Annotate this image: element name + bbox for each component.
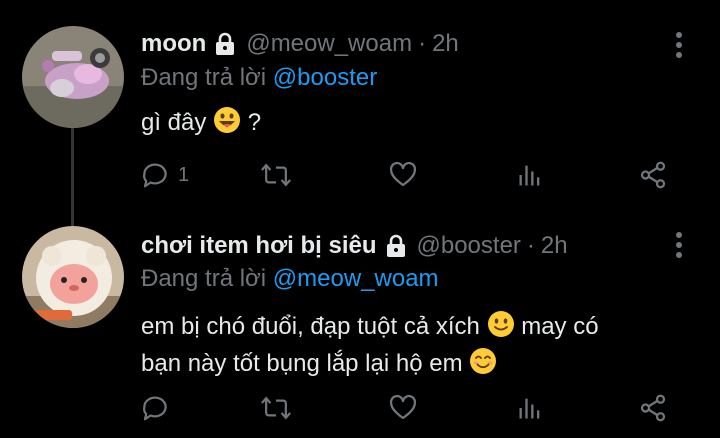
tweet-text: gì đây ? bbox=[141, 106, 261, 143]
display-name[interactable]: chơi item hơi bị siêu bbox=[141, 232, 377, 260]
replying-to: Đang trả lời @booster bbox=[141, 64, 377, 92]
tweet-text: em bị chó đuổi, đạp tuột cả xích may có … bbox=[141, 310, 599, 384]
analytics-icon bbox=[519, 398, 540, 419]
user-handle[interactable]: @meow_woam bbox=[246, 30, 412, 58]
retweet-button[interactable] bbox=[260, 393, 292, 423]
heart-icon bbox=[389, 162, 417, 187]
reply-button[interactable]: 1 bbox=[140, 160, 189, 190]
mention-link[interactable]: @meow_woam bbox=[273, 265, 439, 292]
share-button[interactable] bbox=[638, 393, 668, 423]
avatar-booster[interactable] bbox=[22, 226, 124, 328]
user-handle[interactable]: @booster bbox=[417, 232, 521, 260]
share-icon bbox=[640, 394, 666, 422]
analytics-icon bbox=[519, 165, 540, 186]
retweet-button[interactable] bbox=[260, 160, 292, 190]
like-button[interactable] bbox=[388, 160, 418, 190]
like-button[interactable] bbox=[388, 393, 418, 423]
reply-button[interactable] bbox=[140, 393, 170, 423]
slightly-smiling-emoji bbox=[487, 310, 515, 347]
action-bar bbox=[140, 393, 680, 427]
share-icon bbox=[640, 161, 666, 189]
tweet-text-line: bạn này tốt bụng lắp lại hộ em bbox=[141, 347, 599, 384]
tweet-text-line: em bị chó đuổi, đạp tuột cả xích may có bbox=[141, 310, 599, 347]
view-stats-button[interactable] bbox=[516, 393, 544, 423]
replying-to-label: Đang trả lời bbox=[141, 64, 267, 91]
avatar-moon[interactable] bbox=[22, 26, 124, 128]
display-name[interactable]: moon bbox=[141, 30, 206, 58]
reply-icon bbox=[143, 163, 167, 188]
tweet-header: chơi item hơi bị siêu @booster · 2h bbox=[141, 232, 568, 260]
tweet-text-part: em bị chó đuổi, đạp tuột cả xích bbox=[141, 313, 480, 340]
tweet-1[interactable]: moon @meow_woam · 2h Đang trả lời @boost… bbox=[0, 0, 720, 228]
replying-to: Đang trả lời @meow_woam bbox=[141, 265, 439, 293]
timestamp[interactable]: 2h bbox=[541, 232, 568, 260]
tweet-text-part: may có bbox=[514, 313, 599, 340]
separator-dot: · bbox=[418, 30, 427, 57]
tweet-text-part: gì đây bbox=[141, 109, 207, 136]
grinning-tongue-emoji bbox=[213, 106, 241, 143]
share-button[interactable] bbox=[638, 160, 668, 190]
reply-count: 1 bbox=[178, 163, 190, 186]
replying-to-label: Đang trả lời bbox=[141, 265, 267, 292]
retweet-icon bbox=[261, 396, 291, 420]
timestamp[interactable]: 2h bbox=[432, 30, 459, 58]
view-stats-button[interactable] bbox=[516, 160, 544, 190]
action-bar: 1 bbox=[140, 160, 680, 194]
retweet-icon bbox=[261, 163, 291, 187]
more-options-icon[interactable] bbox=[676, 232, 684, 262]
separator-dot: · bbox=[526, 232, 535, 259]
smiling-eyes-emoji bbox=[469, 347, 497, 384]
heart-icon bbox=[389, 395, 417, 420]
lock-icon bbox=[385, 234, 407, 258]
tweet-text-part: ? bbox=[247, 109, 262, 136]
tweet-header: moon @meow_woam · 2h bbox=[141, 30, 459, 58]
mention-link[interactable]: @booster bbox=[273, 64, 377, 91]
thread-line bbox=[71, 128, 74, 228]
lock-icon bbox=[214, 32, 236, 56]
tweet-2[interactable]: chơi item hơi bị siêu @booster · 2h Đang… bbox=[0, 215, 720, 438]
reply-icon bbox=[143, 396, 167, 421]
more-options-icon[interactable] bbox=[676, 32, 684, 62]
tweet-text-part: bạn này tốt bụng lắp lại hộ em bbox=[141, 350, 463, 377]
